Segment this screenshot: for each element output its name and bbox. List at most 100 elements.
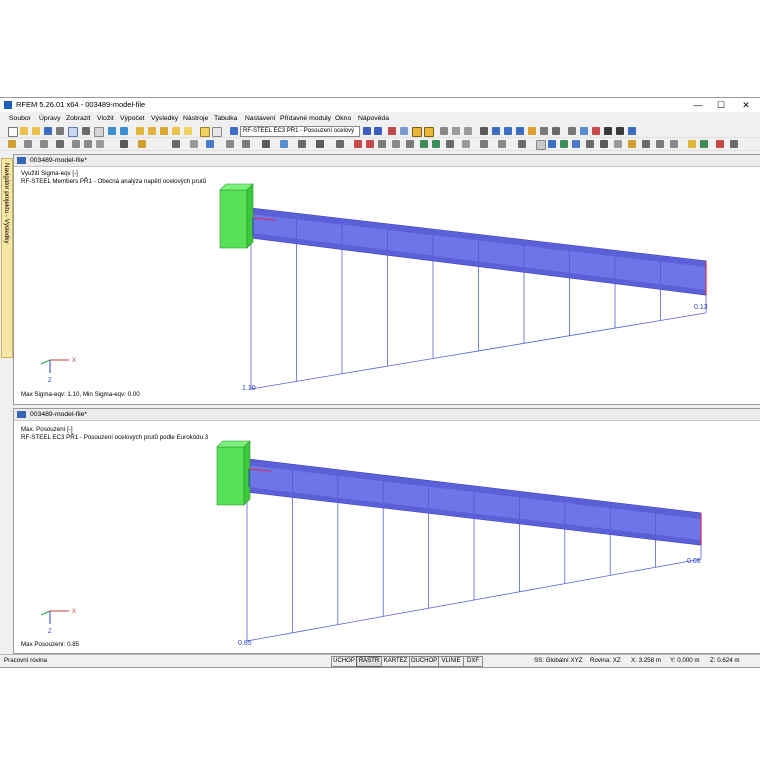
print-graphic-icon[interactable] <box>642 140 650 148</box>
close-view-icon[interactable] <box>604 127 612 135</box>
panel-icon[interactable] <box>628 140 636 148</box>
menu-soubor[interactable]: Soubor <box>9 115 31 122</box>
divide-icon[interactable] <box>392 140 400 148</box>
menu-okno[interactable]: Okno <box>335 115 351 122</box>
menu-tabulka[interactable]: Tabulka <box>214 115 237 122</box>
show-values-icon[interactable] <box>424 127 434 137</box>
copy-tool-icon[interactable] <box>226 140 234 148</box>
support-tool-icon[interactable] <box>120 140 128 148</box>
clipboard-icon[interactable] <box>536 140 546 150</box>
more-tools-icon[interactable] <box>730 140 738 148</box>
results-icon[interactable] <box>184 127 192 135</box>
grid-icon[interactable] <box>480 127 488 135</box>
color-scale-icon[interactable] <box>572 140 580 148</box>
guideline-toggle[interactable]: VLINIE <box>438 656 464 667</box>
menu-nastroje[interactable]: Nástroje <box>183 115 208 122</box>
next-arrow-icon[interactable] <box>374 127 382 135</box>
warning-icon[interactable] <box>592 127 600 135</box>
iso-view-icon[interactable] <box>528 127 536 135</box>
object-snap-toggle[interactable]: OUCHOP <box>409 656 439 667</box>
view-y-icon[interactable] <box>504 127 512 135</box>
surface-icon[interactable] <box>464 127 472 135</box>
rotate-icon[interactable] <box>568 127 576 135</box>
close-button[interactable]: ✕ <box>736 99 756 111</box>
extend-icon[interactable] <box>378 140 386 148</box>
fe-mesh-icon[interactable] <box>462 140 470 148</box>
menu-vlozit[interactable]: Vložit <box>97 115 114 122</box>
undo-icon[interactable] <box>108 127 116 135</box>
isolines-icon[interactable] <box>614 140 622 148</box>
render-icon[interactable] <box>552 127 560 135</box>
delete-icon[interactable] <box>354 140 362 148</box>
menu-upravy[interactable]: Úpravy <box>39 115 61 122</box>
open-recent-icon[interactable] <box>32 127 40 135</box>
module-icon[interactable] <box>230 127 238 135</box>
solid-tool-icon[interactable] <box>84 140 92 148</box>
menu-vysledky[interactable]: Výsledky <box>151 115 178 122</box>
menu-pridavne-moduly[interactable]: Přídavné moduly <box>280 115 331 122</box>
menu-nastaveni[interactable]: Nastavení <box>245 115 276 122</box>
hinge-icon[interactable] <box>138 140 146 148</box>
cartesian-toggle[interactable]: KARTEZ <box>381 656 410 667</box>
perspective-icon[interactable] <box>540 127 548 135</box>
redo-icon[interactable] <box>120 127 128 135</box>
grid-toggle[interactable]: RASTR <box>356 656 382 667</box>
fixed-support[interactable] <box>216 440 251 506</box>
menu-zobrazit[interactable]: Zobrazit <box>66 115 91 122</box>
join-icon[interactable] <box>406 140 414 148</box>
cut-icon[interactable] <box>82 127 90 135</box>
select-icon[interactable] <box>298 140 306 148</box>
menu-vypocet[interactable]: Výpočet <box>120 115 145 122</box>
check-icon[interactable] <box>420 140 428 148</box>
trim-icon[interactable] <box>366 140 374 148</box>
snap-toggle[interactable]: UCHOP <box>331 656 357 667</box>
module-select[interactable]: RF-STEEL EC3 PŘ1 - Posouzení ocelový <box>240 126 360 137</box>
menu-napoveda[interactable]: Nápověda <box>358 115 389 122</box>
calculate-icon[interactable] <box>160 127 168 135</box>
filter-icon[interactable] <box>316 140 324 148</box>
fixed-support[interactable] <box>219 183 254 249</box>
load-cases-icon[interactable] <box>172 127 180 135</box>
open-folder-icon[interactable] <box>20 127 28 135</box>
dimension-icon[interactable] <box>262 140 270 148</box>
load-case-icon[interactable] <box>190 140 198 148</box>
show-results-icon[interactable] <box>412 127 422 137</box>
values-icon[interactable] <box>400 127 408 135</box>
surface-tool-icon[interactable] <box>72 140 80 148</box>
view-z-icon[interactable] <box>516 127 524 135</box>
result-view-sigma[interactable]: 003489-model-file* Využití Sigma-eqv [-]… <box>13 154 760 405</box>
result-view-design[interactable]: 003489-model-file* Max. Posouzení [-] RF… <box>13 408 760 654</box>
dxf-import-icon[interactable] <box>480 140 488 148</box>
navigator-tab[interactable]: Navigátor projektu - Výsledky <box>1 158 13 358</box>
model-data-icon[interactable] <box>148 127 156 135</box>
result-diagram-icon[interactable] <box>388 127 396 135</box>
zoom-icon[interactable] <box>580 127 588 135</box>
window-icon[interactable] <box>548 140 556 148</box>
stop-icon[interactable] <box>716 140 724 148</box>
validate-icon[interactable] <box>432 140 440 148</box>
section-icon[interactable] <box>440 127 448 135</box>
new-file-icon[interactable] <box>8 127 18 137</box>
result-table-icon[interactable] <box>670 140 678 148</box>
design-icon[interactable] <box>700 140 708 148</box>
member-icon[interactable] <box>452 127 460 135</box>
animation-icon[interactable] <box>586 140 594 148</box>
coordinate-icon[interactable] <box>336 140 344 148</box>
arc-icon[interactable] <box>40 140 48 148</box>
line-icon[interactable] <box>24 140 32 148</box>
minimize-button[interactable]: — <box>688 99 708 111</box>
move-tool-icon[interactable] <box>242 140 250 148</box>
opening-icon[interactable] <box>96 140 104 148</box>
print-icon[interactable] <box>56 127 64 135</box>
layers-icon[interactable] <box>518 140 526 148</box>
chart-icon[interactable] <box>688 140 696 148</box>
member-tool-icon[interactable] <box>56 140 64 148</box>
print-report-icon[interactable] <box>68 127 78 137</box>
load-icon[interactable] <box>172 140 180 148</box>
copy-icon[interactable] <box>94 127 104 137</box>
save-icon[interactable] <box>44 127 52 135</box>
report-icon[interactable] <box>656 140 664 148</box>
export-icon[interactable] <box>498 140 506 148</box>
mesh-icon[interactable] <box>446 140 454 148</box>
view-x-icon[interactable] <box>492 127 500 135</box>
